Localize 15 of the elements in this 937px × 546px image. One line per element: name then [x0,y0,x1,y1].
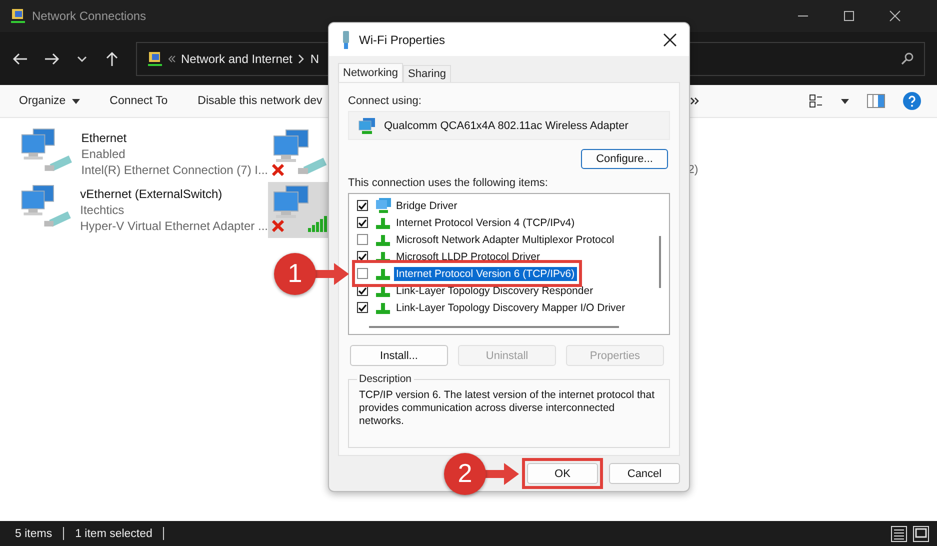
connection-name: vEthernet (ExternalSwitch) [80,186,224,202]
field-label: This connection uses the following items: [348,177,549,189]
connection-device: Hyper-V Virtual Ethernet Adapter ... [80,218,268,234]
connection-name: Ethernet [81,130,128,146]
description-text: TCP/IP version 6. The latest version of the internet protocol that provides communication across diverse interconnected networks. [359,389,656,428]
status-text: 5 items [15,528,52,540]
group-label: Description [357,373,414,385]
window-title: Network Connections [32,9,148,23]
status-text: 1 item selected [75,528,152,540]
field-label: Connect using: [348,95,422,107]
connection-device: Intel(R) Ethernet Connection (7) I... [81,162,268,178]
adapter-name: Qualcomm QCA61x4A 802.11ac Wireless Adapter [384,120,628,132]
dialog-title: Wi-Fi Properties [359,32,446,46]
connection-status: Enabled [81,146,126,162]
connection-status: Itechtics [80,202,126,218]
